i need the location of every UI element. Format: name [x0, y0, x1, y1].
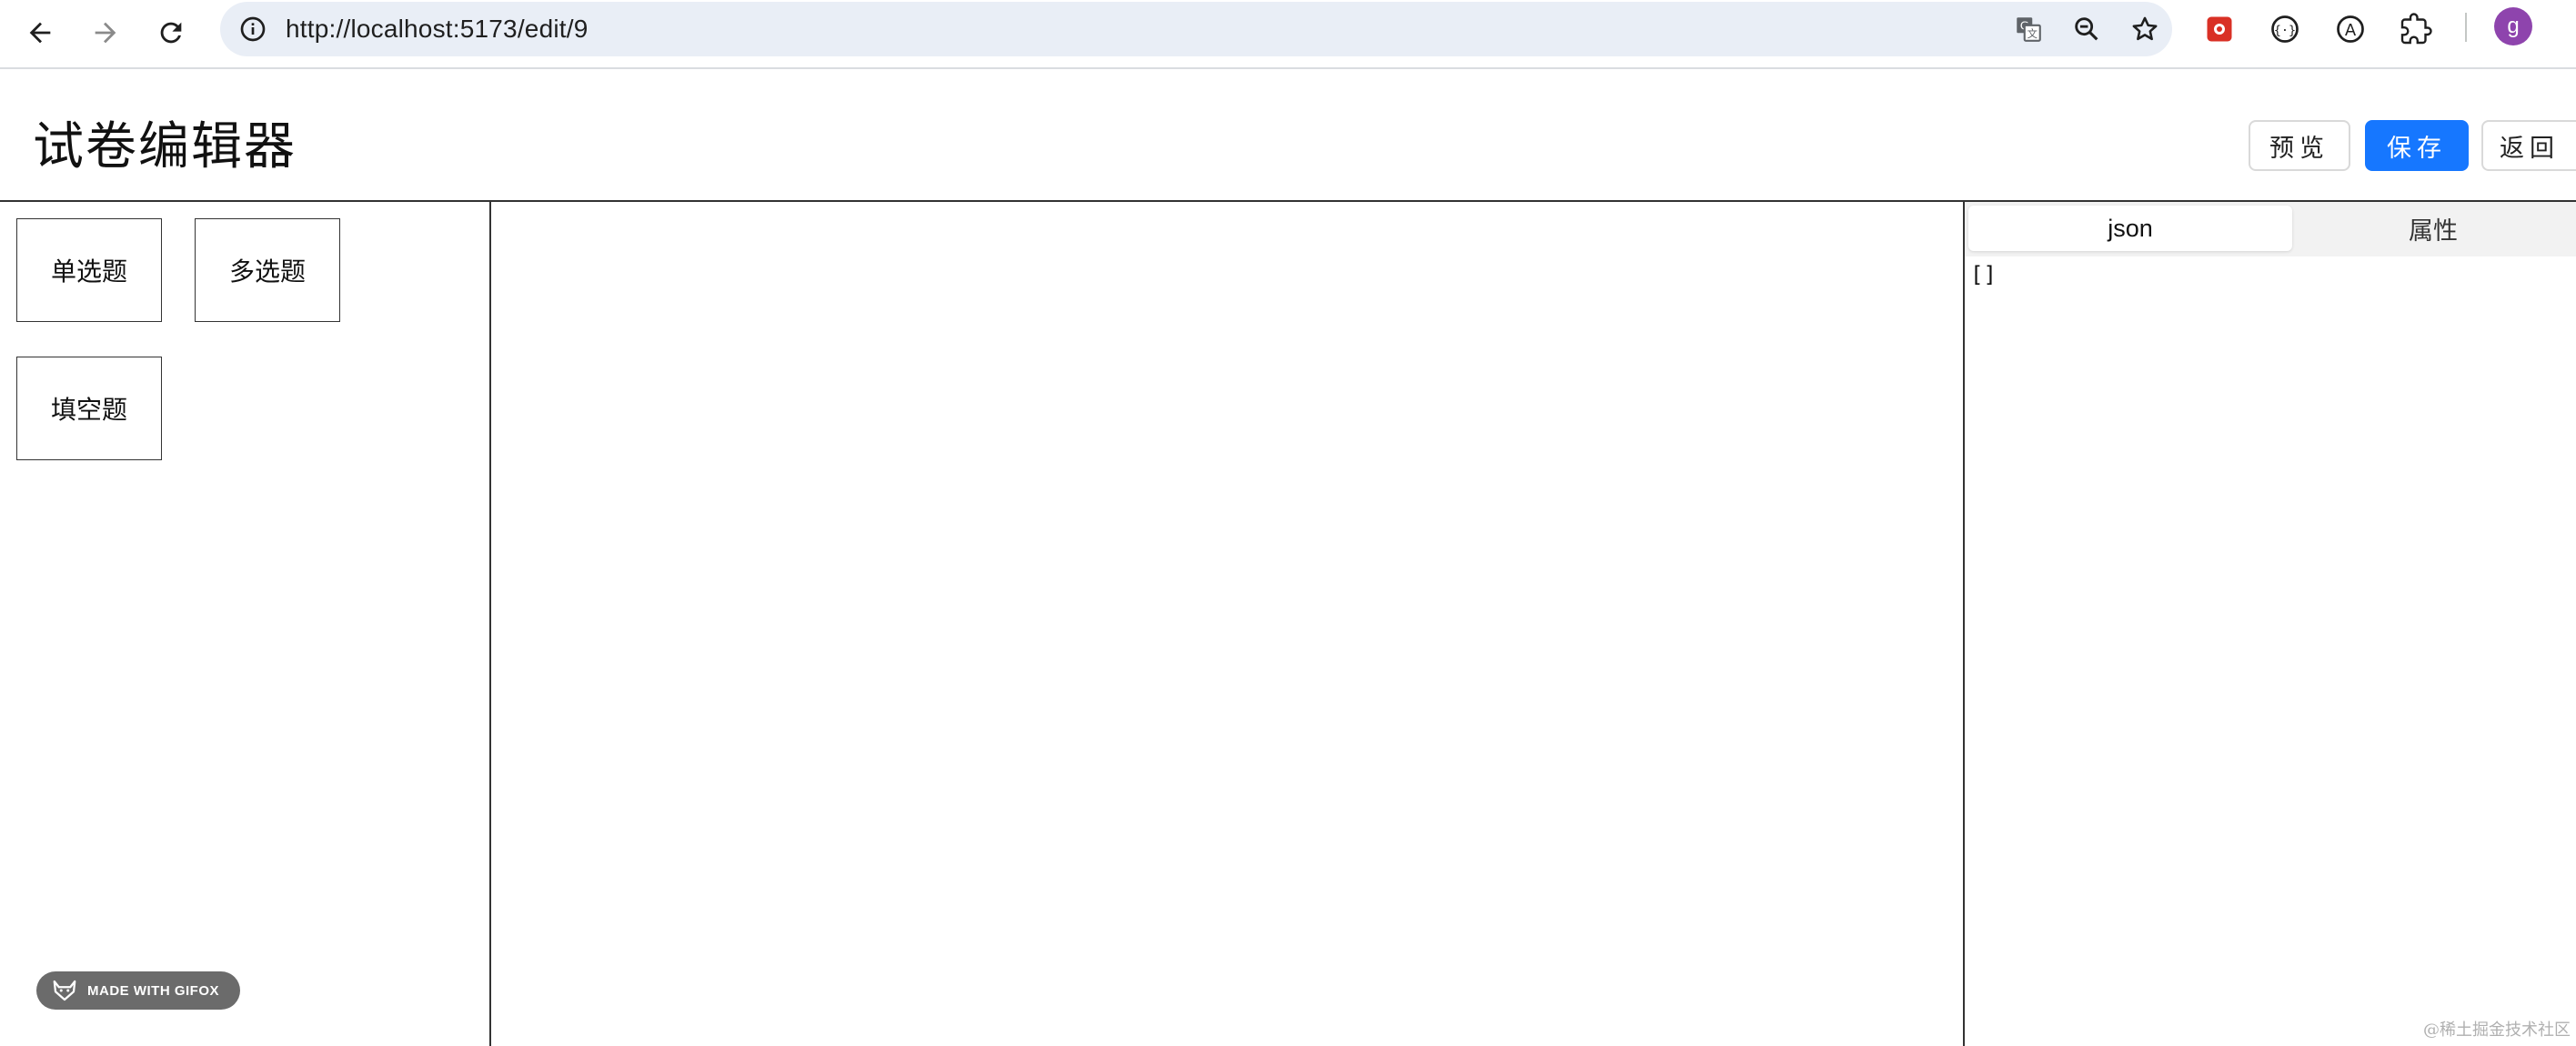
- extensions-button[interactable]: [2394, 7, 2438, 51]
- inspector-panel: json 属性 []: [1965, 202, 2576, 1046]
- fill-blank-item[interactable]: 填空题: [16, 357, 162, 460]
- multiple-choice-item[interactable]: 多选题: [195, 218, 340, 322]
- back-icon: [29, 22, 51, 44]
- svg-text:{·}: {·}: [2274, 23, 2296, 37]
- svg-text:文: 文: [2028, 27, 2038, 40]
- forward-icon: [95, 22, 116, 44]
- browser-toolbar: http://localhost:5173/edit/9 G文 {·} A g: [0, 0, 2576, 69]
- extension-a-button[interactable]: A: [2329, 7, 2372, 51]
- page-title: 试卷编辑器: [33, 117, 297, 175]
- extension-bracket-button[interactable]: {·}: [2263, 7, 2307, 51]
- url-text[interactable]: http://localhost:5173/edit/9: [286, 2, 589, 56]
- fox-icon: [53, 980, 76, 1001]
- inspector-tabs: json 属性: [1965, 202, 2576, 256]
- extension-red-icon: [2207, 16, 2232, 42]
- tab-properties[interactable]: 属性: [2292, 206, 2574, 251]
- zoom-button[interactable]: [2067, 9, 2107, 49]
- translate-icon: G文: [2017, 17, 2041, 42]
- save-button[interactable]: 保存: [2365, 120, 2469, 171]
- forward-button[interactable]: [80, 7, 131, 58]
- back-button[interactable]: [15, 7, 65, 58]
- reload-icon: [160, 22, 182, 44]
- extension-bracket-icon: {·}: [2271, 15, 2299, 43]
- watermark: @稀土掘金技术社区: [2423, 1021, 2571, 1040]
- profile-avatar[interactable]: g: [2494, 7, 2532, 45]
- reload-button[interactable]: [146, 7, 196, 58]
- tab-json[interactable]: json: [1968, 206, 2292, 251]
- bookmark-star-icon: [2132, 16, 2158, 41]
- address-bar[interactable]: http://localhost:5173/edit/9 G文: [220, 2, 2172, 56]
- gifox-badge: MADE WITH GIFOX: [36, 971, 240, 1010]
- json-content: []: [1970, 262, 1997, 287]
- extension-red-button[interactable]: [2198, 7, 2241, 51]
- question-type-panel: 单选题 多选题 填空题: [0, 202, 491, 1046]
- bookmark-button[interactable]: [2125, 9, 2165, 49]
- app-header: 试卷编辑器 预览 保存 返回: [0, 69, 2576, 202]
- svg-text:A: A: [2345, 21, 2357, 40]
- site-info-button[interactable]: [233, 9, 273, 49]
- toolbar-divider: [2465, 13, 2467, 42]
- gifox-badge-label: MADE WITH GIFOX: [87, 982, 219, 999]
- preview-button[interactable]: 预览: [2249, 120, 2350, 171]
- single-choice-item[interactable]: 单选题: [16, 218, 162, 322]
- editor-canvas[interactable]: [491, 202, 1965, 1046]
- site-info-icon: [240, 16, 266, 42]
- extensions-puzzle-icon: [2400, 13, 2432, 45]
- translate-button[interactable]: G文: [2008, 9, 2048, 49]
- extension-a-icon: A: [2337, 15, 2364, 43]
- back-button-app[interactable]: 返回: [2481, 120, 2576, 171]
- zoom-out-icon: [2075, 17, 2098, 41]
